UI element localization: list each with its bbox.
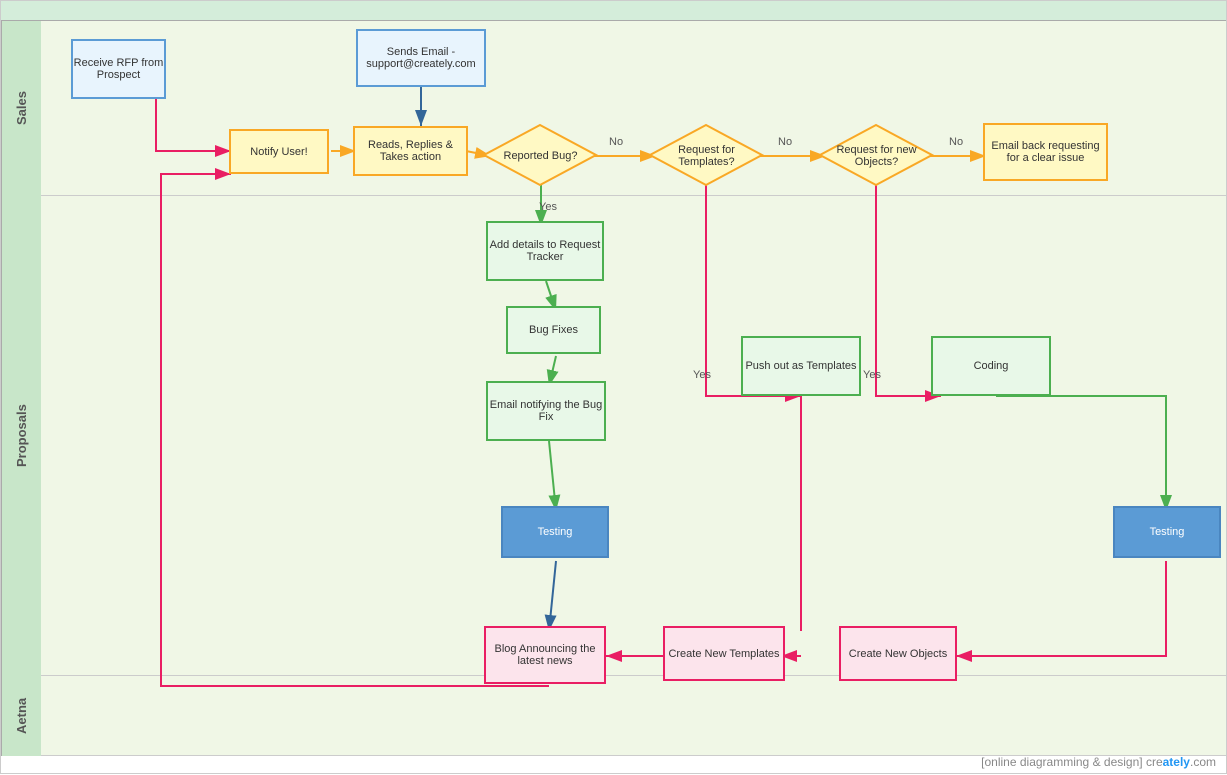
- node-testing-left[interactable]: Testing: [501, 506, 609, 558]
- node-notify-user[interactable]: Notify User!: [229, 129, 329, 174]
- label-yes3: Yes: [863, 369, 881, 381]
- node-create-new-objects[interactable]: Create New Objects: [839, 626, 957, 681]
- label-no2: No: [778, 136, 792, 148]
- label-yes2: Yes: [693, 369, 711, 381]
- footer: [online diagramming & design] creately.c…: [981, 755, 1216, 769]
- lane-proposals-bg: [1, 196, 1226, 676]
- lane-label-proposals: Proposals: [1, 196, 41, 676]
- lane-aetna-bg: [1, 676, 1226, 756]
- node-receive-rfp[interactable]: Receive RFP from Prospect: [71, 39, 166, 99]
- node-reads-replies[interactable]: Reads, Replies & Takes action: [353, 126, 468, 176]
- node-sends-email[interactable]: Sends Email - support@creately.com: [356, 29, 486, 87]
- node-request-templates[interactable]: Request for Templates?: [649, 123, 764, 188]
- node-coding[interactable]: Coding: [931, 336, 1051, 396]
- label-no1: No: [609, 136, 623, 148]
- node-bug-fixes[interactable]: Bug Fixes: [506, 306, 601, 354]
- node-reported-bug[interactable]: Reported Bug?: [483, 123, 598, 188]
- lane-label-sales: Sales: [1, 21, 41, 196]
- label-no3: No: [949, 136, 963, 148]
- node-email-notifying[interactable]: Email notifying the Bug Fix: [486, 381, 606, 441]
- node-add-details[interactable]: Add details to Request Tracker: [486, 221, 604, 281]
- header-bar: [1, 1, 1226, 21]
- node-testing-right[interactable]: Testing: [1113, 506, 1221, 558]
- lane-label-aetna: Aetna: [1, 676, 41, 756]
- node-request-new-objects[interactable]: Request for new Objects?: [819, 123, 934, 188]
- node-blog-announcing[interactable]: Blog Announcing the latest news: [484, 626, 606, 684]
- node-email-back[interactable]: Email back requesting for a clear issue: [983, 123, 1108, 181]
- node-create-new-templates[interactable]: Create New Templates: [663, 626, 785, 681]
- diagram-container: Sales Proposals Aetna: [0, 0, 1227, 774]
- node-push-out-templates[interactable]: Push out as Templates: [741, 336, 861, 396]
- label-yes1: Yes: [539, 201, 557, 213]
